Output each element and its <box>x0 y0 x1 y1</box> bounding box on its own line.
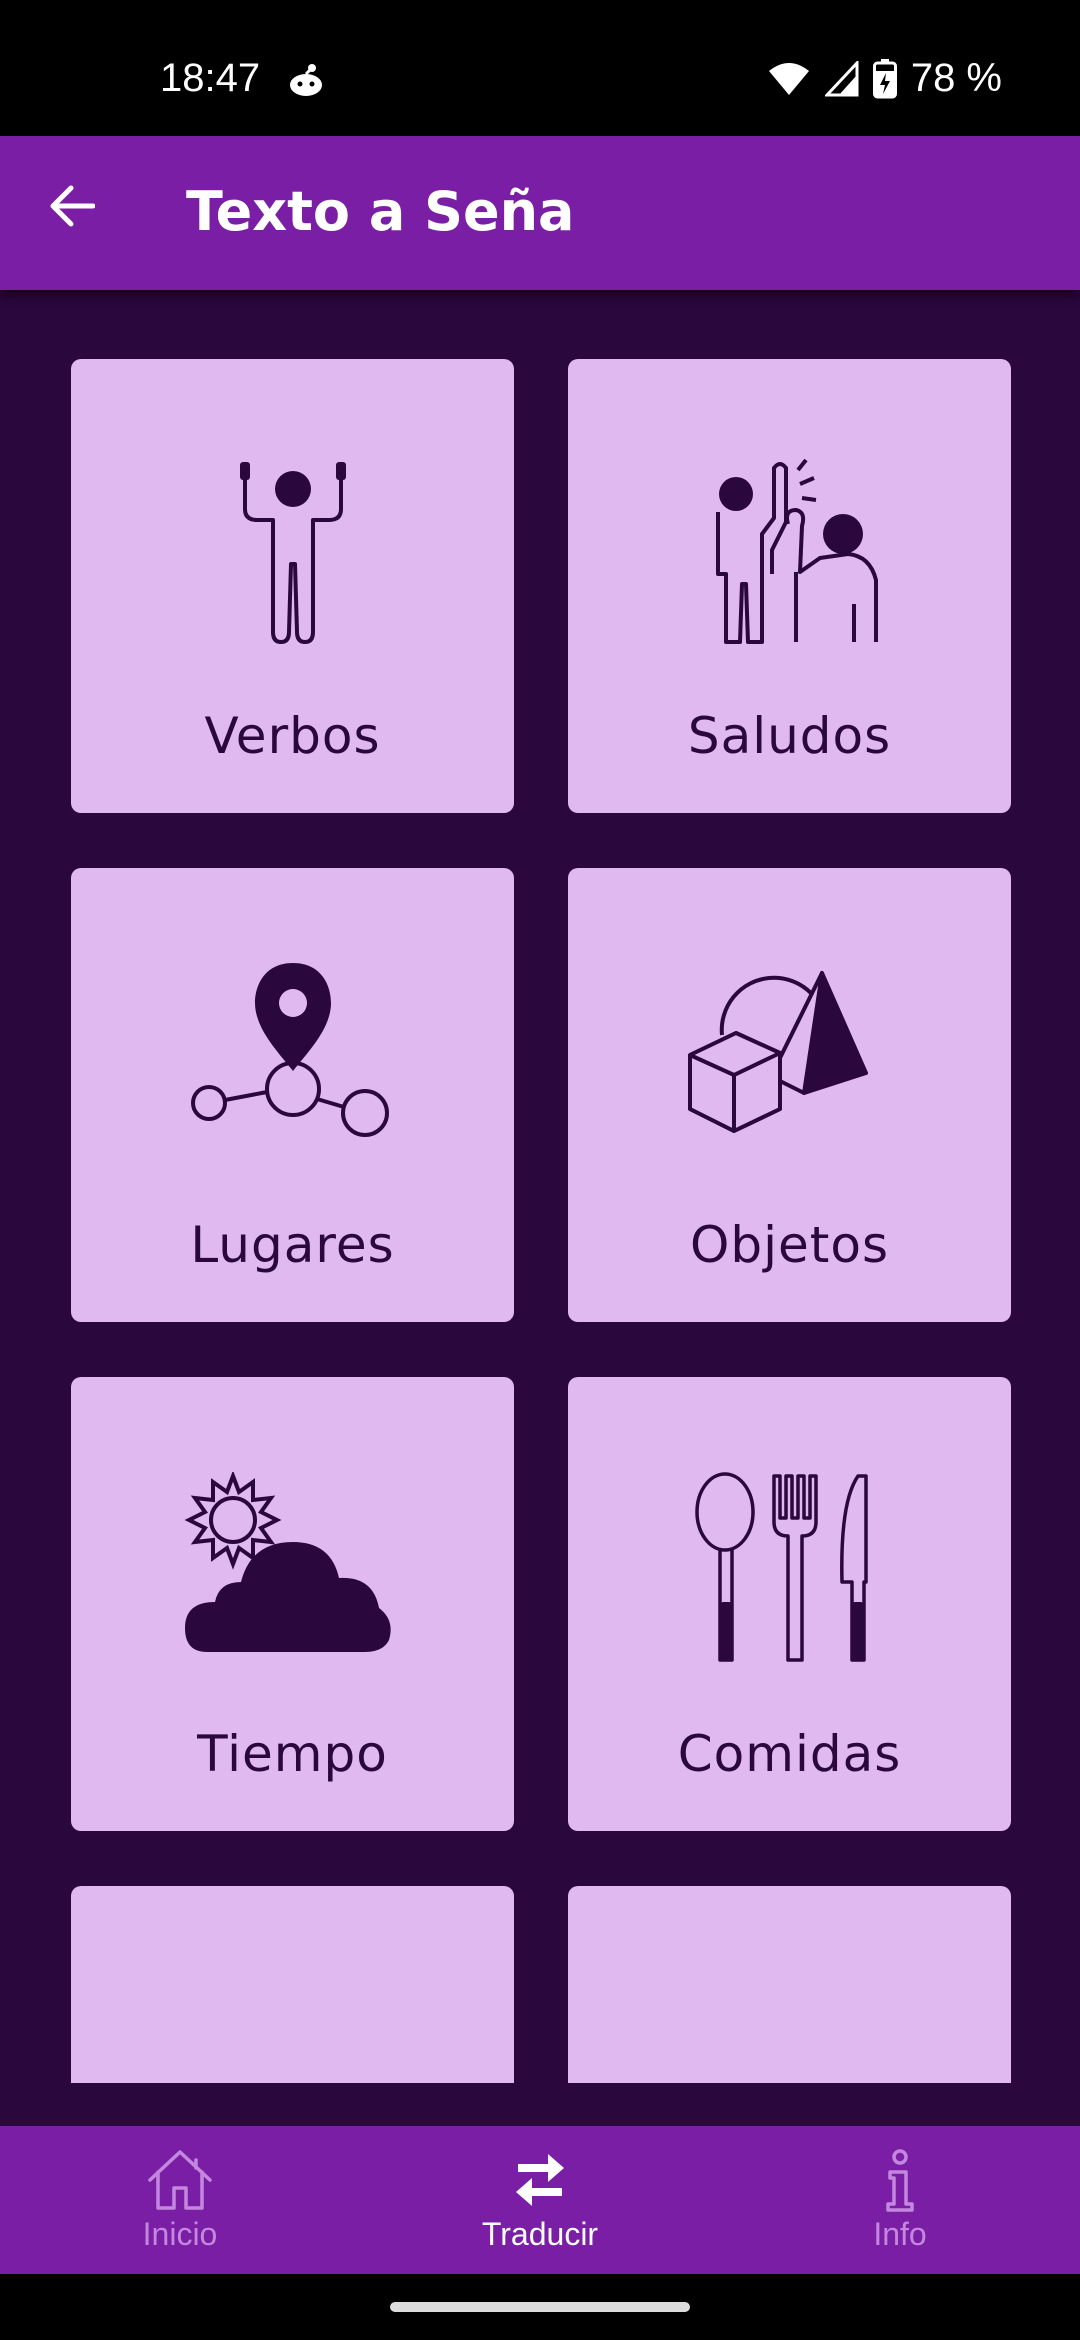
nav-label-traducir: Traducir <box>481 2216 599 2252</box>
category-label: Objetos <box>690 1216 889 1274</box>
app-bar: Texto a Seña <box>0 136 1080 290</box>
shapes-icon <box>687 971 868 1133</box>
nav-label-inicio: Inicio <box>142 2216 218 2252</box>
person-arms-up-icon <box>239 462 346 644</box>
swap-arrows-icon <box>516 2154 564 2206</box>
category-card-saludos[interactable]: Saludos <box>568 359 1011 813</box>
category-grid-container[interactable]: Verbos Saludos Lugares Objetos Tiempo Co… <box>0 290 1080 2126</box>
status-bar: 18:47 78 % <box>0 0 1080 136</box>
nav-item-inicio[interactable]: Inicio <box>70 2148 290 2258</box>
category-card-tiempo[interactable]: Tiempo <box>71 1377 514 1831</box>
cutlery-icon <box>694 1472 868 1662</box>
people-greeting-icon <box>715 458 878 644</box>
sun-cloud-icon <box>184 1472 391 1652</box>
cell-signal-icon <box>824 60 859 96</box>
category-card-calendar[interactable] <box>568 1886 1011 2083</box>
home-gesture-handle[interactable] <box>390 2302 690 2312</box>
nav-item-traducir[interactable]: Traducir <box>430 2148 650 2258</box>
category-card-lugares[interactable]: Lugares <box>71 868 514 1322</box>
category-label: Verbos <box>204 707 381 765</box>
category-grid: Verbos Saludos Lugares Objetos Tiempo Co… <box>71 359 1011 2083</box>
status-indicators: 78 % <box>767 56 1002 101</box>
nav-label-info: Info <box>873 2216 927 2252</box>
category-card-comidas[interactable]: Comidas <box>568 1377 1011 1831</box>
category-label: Saludos <box>687 707 892 765</box>
wifi-icon <box>768 62 809 95</box>
theater-masks-icon <box>183 1981 403 2083</box>
system-gesture-area <box>0 2274 1080 2340</box>
location-pin-network-icon <box>190 963 389 1137</box>
battery-percentage: 78 % <box>910 56 1002 100</box>
bottom-navigation: Inicio Traducir Info <box>0 2126 1080 2274</box>
home-icon <box>148 2150 212 2210</box>
category-label: Lugares <box>190 1216 395 1274</box>
info-icon <box>886 2149 914 2212</box>
category-card-objetos[interactable]: Objetos <box>568 868 1011 1322</box>
status-time: 18:47 <box>160 56 261 100</box>
category-label: Comidas <box>677 1725 902 1783</box>
page-title: Texto a Seña <box>186 180 575 243</box>
notification-app-icon <box>290 64 322 96</box>
category-card-theater[interactable] <box>71 1886 514 2083</box>
nav-item-info[interactable]: Info <box>790 2148 1010 2258</box>
arrow-left-icon <box>50 185 95 227</box>
category-label: Tiempo <box>197 1725 388 1783</box>
calendar-icon <box>680 1981 900 2083</box>
category-card-verbos[interactable]: Verbos <box>71 359 514 813</box>
battery-charging-icon <box>872 58 897 98</box>
back-button[interactable] <box>38 173 104 239</box>
